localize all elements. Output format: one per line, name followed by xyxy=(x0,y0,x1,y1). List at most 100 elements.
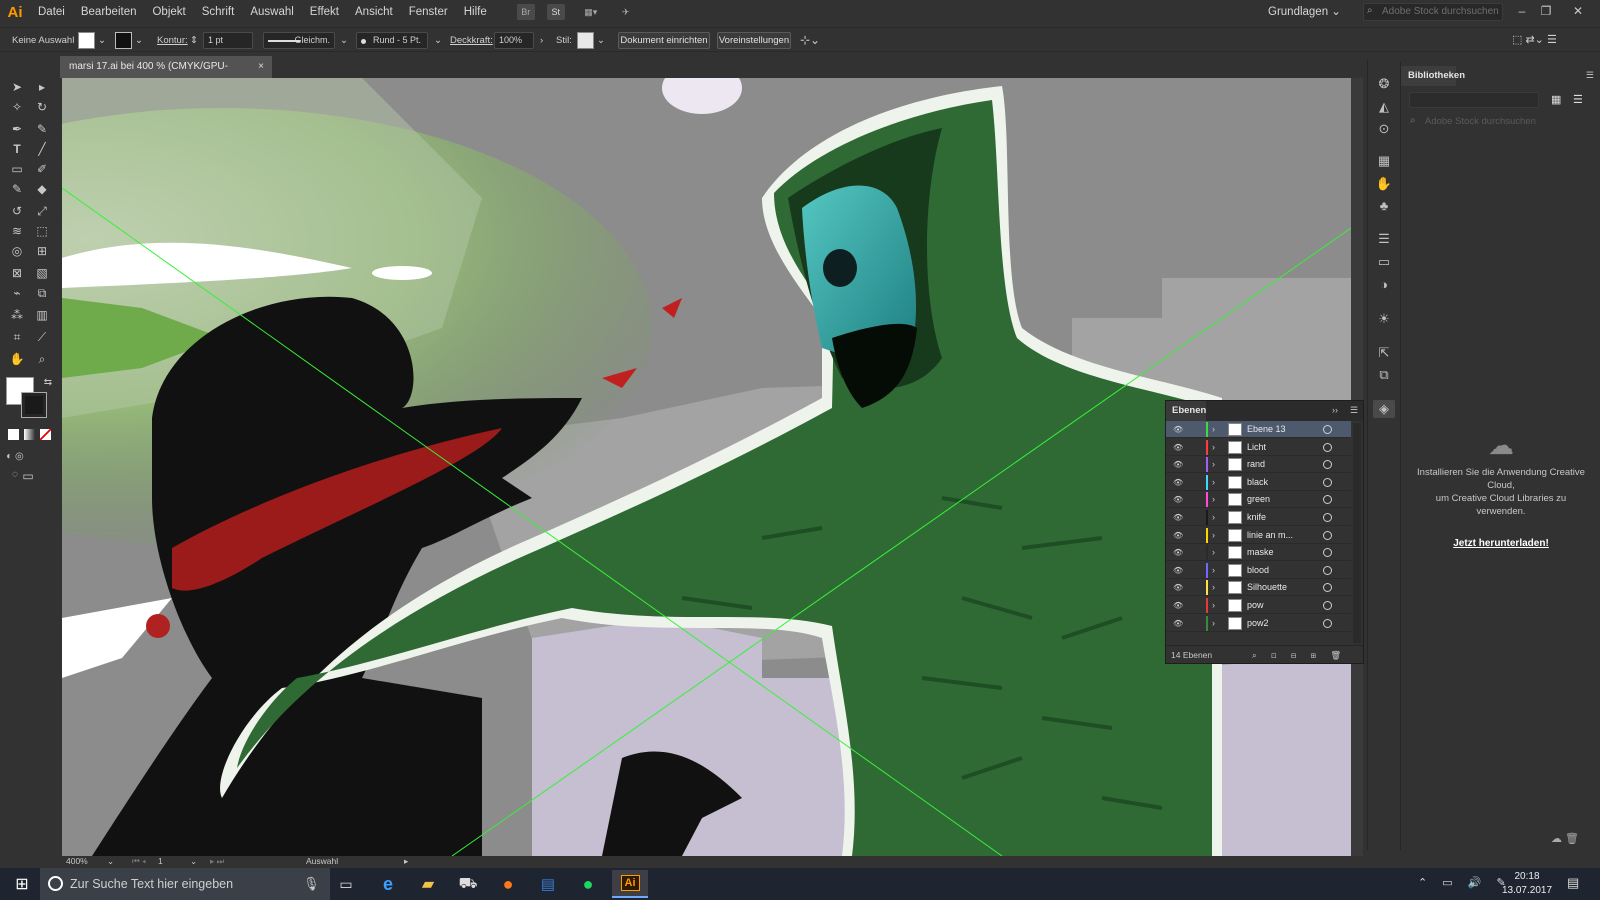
layer-target-icon[interactable] xyxy=(1323,583,1332,593)
stock-button[interactable]: St xyxy=(546,4,565,20)
layer-name[interactable]: Silhouette xyxy=(1247,579,1287,596)
bridge-button[interactable]: Br xyxy=(516,4,535,20)
arrange-documents-icon[interactable]: ▦▾ xyxy=(577,4,605,20)
rotate-tool-icon[interactable]: ↺ xyxy=(7,202,27,220)
stroke-panel-icon[interactable]: ☰ xyxy=(1373,230,1395,248)
menu-bearbeiten[interactable]: Bearbeiten xyxy=(73,0,145,24)
paintbrush-icon[interactable]: ✐ xyxy=(32,160,52,178)
stepper-icon[interactable]: ⇕ xyxy=(190,32,198,49)
chevron-right-icon[interactable]: ▸ xyxy=(404,856,408,867)
line-tool-icon[interactable]: ╱ xyxy=(32,140,52,158)
chevron-right-icon[interactable]: › xyxy=(1212,579,1215,596)
layer-row[interactable]: 👁 › Ebene 13 xyxy=(1166,421,1351,438)
eraser-icon[interactable]: ◆ xyxy=(32,180,52,198)
magic-wand-icon[interactable]: ✧ xyxy=(7,98,27,116)
layer-row[interactable]: 👁 › maske xyxy=(1166,544,1351,562)
list-view-icon[interactable]: ☰ xyxy=(1573,93,1583,106)
store-icon[interactable]: ⛟ xyxy=(450,870,486,898)
close-icon[interactable]: × xyxy=(258,56,264,78)
chevron-right-icon[interactable]: › xyxy=(1212,421,1215,438)
visibility-eye-icon[interactable]: 👁 xyxy=(1173,544,1185,561)
direct-selection-tool-icon[interactable]: ▸ xyxy=(32,78,52,96)
layer-target-icon[interactable] xyxy=(1323,460,1332,470)
chevron-right-icon[interactable]: › xyxy=(1212,615,1215,632)
spotify-icon[interactable]: ● xyxy=(570,870,606,898)
chevron-right-icon[interactable]: › xyxy=(1212,456,1215,473)
layer-target-icon[interactable] xyxy=(1323,530,1332,540)
stroke-color-box[interactable] xyxy=(21,392,47,418)
file-explorer-icon[interactable]: ▰ xyxy=(410,870,446,898)
layer-name[interactable]: Licht xyxy=(1247,439,1266,456)
opacity-label[interactable]: Deckkraft: xyxy=(450,32,493,49)
illustrator-taskbar-icon[interactable]: Ai xyxy=(612,870,648,898)
layer-name[interactable]: linie an m... xyxy=(1247,527,1293,544)
chevron-down-icon[interactable]: ⌄ xyxy=(107,856,114,867)
chevron-down-icon[interactable]: ⌄ xyxy=(190,856,197,867)
collapse-icon[interactable]: ›› xyxy=(1332,405,1338,415)
kontur-label[interactable]: Kontur: xyxy=(157,32,188,49)
layer-target-icon[interactable] xyxy=(1323,425,1332,434)
chevron-down-icon[interactable]: ⌄ xyxy=(434,32,442,49)
chevron-down-icon[interactable]: ⌄ xyxy=(135,32,143,49)
close-icon[interactable]: ✕ xyxy=(1566,0,1590,24)
layer-target-icon[interactable] xyxy=(1323,565,1332,575)
layer-row[interactable]: 👁 › pow xyxy=(1166,597,1351,614)
brush-panel-icon[interactable]: ✋ xyxy=(1373,175,1395,193)
layer-actions-icon[interactable]: ⌕ ⊡ ⊟ ⊞ 🗑 xyxy=(1252,646,1347,664)
zoom-level[interactable]: 400% xyxy=(66,856,88,866)
visibility-eye-icon[interactable]: 👁 xyxy=(1173,474,1185,491)
visibility-eye-icon[interactable]: 👁 xyxy=(1173,509,1185,526)
layers-scrollbar[interactable] xyxy=(1353,423,1361,643)
first-page-icon[interactable]: ⏮ ◂ xyxy=(132,856,146,867)
transparency-icon[interactable]: ◑ xyxy=(1373,276,1395,294)
layer-row[interactable]: 👁 › black xyxy=(1166,474,1351,491)
chevron-down-icon[interactable]: ⌄ xyxy=(340,32,348,49)
layer-name[interactable]: maske xyxy=(1247,544,1274,561)
last-page-icon[interactable]: ▸ ⏭ xyxy=(210,856,224,867)
menu-objekt[interactable]: Objekt xyxy=(144,0,193,24)
layer-target-icon[interactable] xyxy=(1323,601,1332,610)
document-tab[interactable]: marsi 17.ai bei 400 % (CMYK/GPU-Vorschau… xyxy=(60,56,272,94)
chevron-right-icon[interactable]: › xyxy=(1212,474,1215,491)
gradient-panel-icon[interactable]: ▭ xyxy=(1373,253,1395,271)
align-options-icon[interactable]: ⊹⌄ xyxy=(800,32,820,49)
opacity-field[interactable]: 100% xyxy=(494,32,534,49)
shape-builder-icon[interactable]: ◎ xyxy=(7,242,27,260)
slice-tool-icon[interactable]: ⟋ xyxy=(32,328,52,346)
restore-icon[interactable]: ❐ xyxy=(1534,0,1558,24)
taskbar-clock[interactable]: 20:18 13.07.2017 xyxy=(1492,870,1562,898)
swatches-icon[interactable]: ▦ xyxy=(1373,152,1395,170)
layer-target-icon[interactable] xyxy=(1323,495,1332,505)
workspace-switcher[interactable]: Grundlagen ⌄ xyxy=(1268,0,1341,24)
menu-schrift[interactable]: Schrift xyxy=(194,0,243,24)
brush-select[interactable]: Rund - 5 Pt. xyxy=(356,32,428,49)
edge-icon[interactable]: e xyxy=(370,870,406,898)
gradient-tool-icon[interactable]: ▧ xyxy=(32,264,52,282)
visibility-eye-icon[interactable]: 👁 xyxy=(1173,456,1185,473)
library-search-input[interactable]: Adobe Stock durchsuchen xyxy=(1409,114,1593,130)
fill-swatch[interactable] xyxy=(78,32,95,49)
panel-menu-icon[interactable]: ☰ xyxy=(1350,405,1358,416)
layer-row[interactable]: 👁 › rand xyxy=(1166,456,1351,474)
visibility-eye-icon[interactable]: 👁 xyxy=(1173,579,1185,596)
layer-row[interactable]: 👁 › knife xyxy=(1166,509,1351,526)
menu-datei[interactable]: Datei xyxy=(30,0,73,24)
selection-tool-icon[interactable]: ➤ xyxy=(7,78,27,96)
layer-target-icon[interactable] xyxy=(1323,513,1332,522)
layer-name[interactable]: pow2 xyxy=(1247,615,1269,632)
windows-start-icon[interactable]: ⊞ xyxy=(4,870,40,898)
task-view-icon[interactable]: ▭ xyxy=(328,870,364,898)
layer-name[interactable]: knife xyxy=(1247,509,1266,526)
rectangle-tool-icon[interactable]: ▭ xyxy=(7,160,27,178)
visibility-eye-icon[interactable]: 👁 xyxy=(1173,615,1185,632)
layer-row[interactable]: 👁 › linie an m... xyxy=(1166,527,1351,544)
brushes-icon[interactable]: ◭ xyxy=(1373,98,1395,116)
column-graph-icon[interactable]: ▥ xyxy=(32,306,52,324)
zoom-tool-icon[interactable]: ⌕ xyxy=(32,350,52,368)
layer-row[interactable]: 👁 › Silhouette xyxy=(1166,579,1351,597)
mesh-tool-icon[interactable]: ⊠ xyxy=(7,264,27,282)
visibility-eye-icon[interactable]: 👁 xyxy=(1173,527,1185,544)
symbols-icon[interactable]: ♣ xyxy=(1373,197,1395,215)
minimize-icon[interactable]: – xyxy=(1510,0,1534,24)
visibility-eye-icon[interactable]: 👁 xyxy=(1173,491,1185,508)
